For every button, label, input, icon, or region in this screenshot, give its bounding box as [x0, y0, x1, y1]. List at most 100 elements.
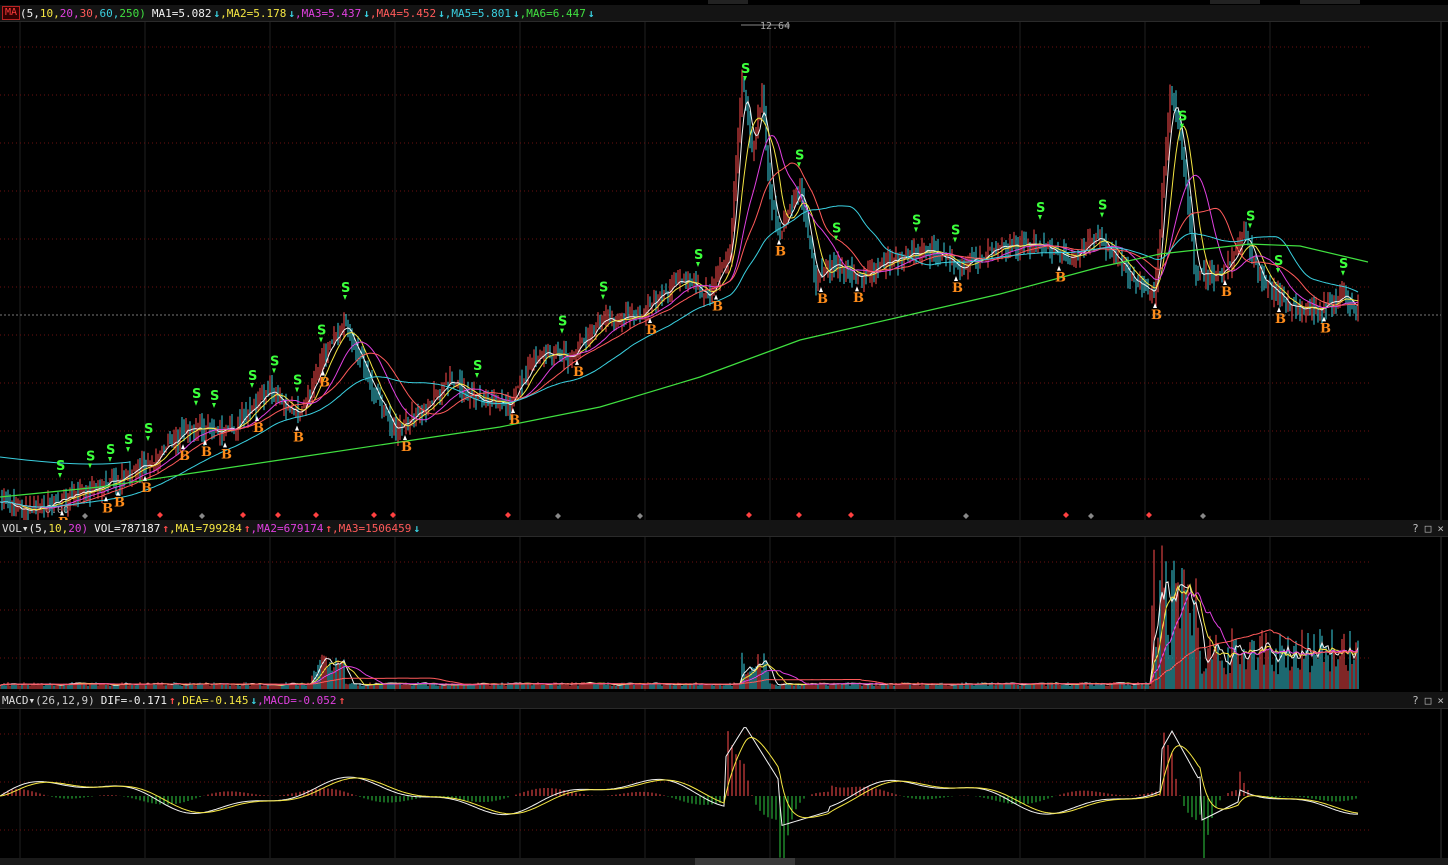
buy-signal-label: B [952, 281, 963, 296]
sell-arrow-icon [1038, 215, 1042, 220]
param-part: 20, [59, 6, 80, 20]
event-marker-icon [275, 512, 281, 518]
buy-signal-label: B [1055, 271, 1066, 286]
macd-indicator-bar: MACD▾ (26,12,9) DIF=-0.171 ↑,DEA=-0.145 ↓,… [0, 692, 1448, 709]
ma60-line [0, 205, 1359, 508]
help-icon[interactable]: ? [1412, 522, 1419, 535]
buy-signal-label: B [201, 445, 212, 460]
arrow-up-icon: ↑ [168, 693, 176, 707]
macd-chart[interactable] [0, 709, 1448, 858]
arrow-down-icon: ↓ [512, 6, 520, 20]
buy-signal-label: B [775, 245, 786, 260]
param-part: 10, [39, 6, 60, 20]
sell-signal-label: S [1274, 254, 1283, 269]
param-part: 250) [119, 6, 146, 20]
macd-chart-pane[interactable] [0, 709, 1448, 858]
main-indicator-select-button[interactable]: MA [2, 6, 21, 20]
help-icon[interactable]: ? [1412, 694, 1419, 707]
sell-signal-label: S [270, 354, 279, 369]
buy-signal-label: B [179, 449, 190, 464]
sell-signal-label: S [558, 315, 567, 330]
indicator-value: ,MA2=679174 [250, 521, 324, 535]
vol-indicator-bar: VOL▾ (5,10,20) VOL=787187 ↑,MA1=799284 ↑,M… [0, 520, 1448, 537]
indicator-value: MA1=5.082 [151, 6, 212, 20]
buy-signal-label: B [853, 291, 864, 306]
indicator-value: ,MA3=1506459 [331, 521, 412, 535]
vol-indicator-select-button[interactable]: VOL▾ [2, 522, 29, 535]
sell-signal-label: S [124, 433, 133, 448]
sell-signal-label: S [192, 387, 201, 402]
indicator-value: ,MA3=5.437 [295, 6, 362, 20]
event-marker-icon [555, 513, 561, 519]
sell-signal-label: S [795, 148, 804, 163]
close-icon[interactable]: × [1437, 522, 1444, 535]
event-marker-icon [199, 513, 205, 519]
param-part: 30, [79, 6, 100, 20]
scrollbar-thumb[interactable] [695, 858, 795, 865]
sell-signal-label: S [832, 222, 841, 237]
sell-signal-label: S [1098, 199, 1107, 214]
sell-signal-label: S [1246, 209, 1255, 224]
price-chart-pane[interactable]: 12.64 0.00 S S S S S S S S S S S S S S S S S S S S S S S S S S S B B B B… [0, 22, 1448, 520]
sell-arrow-icon [88, 463, 92, 469]
sell-signal-label: S [248, 369, 257, 384]
buy-signal-label: B [646, 323, 657, 338]
sell-arrow-icon [343, 295, 347, 300]
arrow-down-icon: ↓ [363, 6, 370, 20]
sell-arrow-icon [319, 337, 323, 343]
price-chart[interactable]: 12.640.00SS SSSS SSSSSSSSSSSSSSSS SSSS SB BBB… [0, 22, 1448, 520]
buy-signal-label: B [509, 413, 520, 428]
volume-chart[interactable] [0, 537, 1448, 691]
indicator-value: ,DEA=-0.145 [175, 693, 249, 707]
arrow-up-icon: ↑ [325, 521, 332, 535]
dif-line [0, 727, 1358, 827]
sell-signal-label: S [144, 422, 153, 437]
sell-signal-label: S [473, 359, 482, 374]
event-marker-icon [1088, 513, 1094, 519]
sell-arrow-icon [146, 436, 150, 442]
arrow-down-icon: ↓ [587, 6, 595, 20]
volume-chart-pane[interactable] [0, 537, 1448, 691]
main-params: (5,10,20,30,60,250) [20, 7, 146, 20]
vol-params: (5,10,20) [29, 522, 89, 535]
buy-signal-label: B [817, 292, 828, 307]
indicator-value: ,MACD=-0.052 [257, 693, 337, 707]
maximize-icon[interactable]: □ [1425, 694, 1432, 707]
macd-values: DIF=-0.171 ↑,DEA=-0.145 ↓,MACD=-0.052 ↑ [101, 694, 345, 707]
sell-signal-label: S [599, 281, 608, 296]
vol-values: VOL=787187 ↑,MA1=799284 ↑,MA2=679174 ↑,MA3=… [94, 522, 420, 535]
macd-indicator-select-button[interactable]: MACD▾ [2, 694, 35, 707]
buy-signal-label: B [293, 431, 304, 446]
buy-signal-label: B [253, 421, 264, 436]
sell-signal-label: S [56, 459, 65, 474]
event-marker-icon [82, 513, 88, 519]
sell-signal-label: S [86, 449, 95, 464]
top-tab-strip [1210, 0, 1260, 4]
sell-arrow-icon [475, 373, 479, 378]
buy-signal-label: B [221, 447, 232, 462]
event-marker-icon [796, 512, 802, 518]
sell-signal-label: S [741, 62, 750, 77]
high-price-label: 12.64 [760, 22, 790, 32]
sell-arrow-icon [914, 227, 918, 233]
maximize-icon[interactable]: □ [1425, 522, 1432, 535]
arrow-up-icon: ↑ [162, 521, 169, 535]
event-marker-icon [746, 512, 752, 518]
macd-window-controls: ? □ × [1412, 692, 1444, 708]
dea-line [0, 736, 1359, 819]
event-marker-icon [1200, 513, 1206, 519]
sell-arrow-icon [1341, 270, 1345, 276]
indicator-value: ,MA5=5.801 [444, 6, 511, 20]
sell-signal-label: S [293, 374, 302, 389]
sell-arrow-icon [295, 387, 299, 393]
sell-arrow-icon [560, 328, 564, 334]
sell-arrow-icon [126, 447, 130, 453]
event-marker-icon [371, 512, 377, 518]
event-marker-icon [637, 513, 643, 519]
buy-signal-label: B [401, 440, 412, 455]
arrow-up-icon: ↑ [338, 693, 346, 707]
buy-signal-label: B [1275, 312, 1286, 327]
indicator-value: ,MA2=5.178 [220, 6, 287, 20]
close-icon[interactable]: × [1437, 694, 1444, 707]
main-values: MA1=5.082 ↓,MA2=5.178 ↓,MA3=5.437 ↓,MA4=5.4… [152, 7, 595, 20]
